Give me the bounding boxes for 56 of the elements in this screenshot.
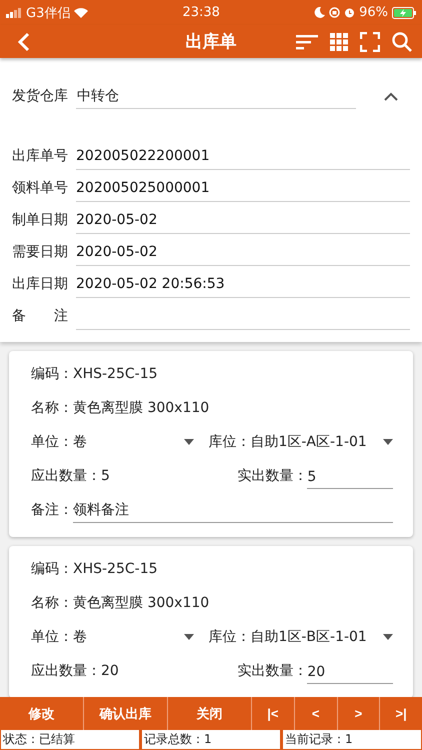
- text-field[interactable]: 202005025000001: [76, 174, 410, 202]
- sort-icon[interactable]: [296, 34, 318, 50]
- dropdown-arrow-icon[interactable]: [383, 634, 393, 640]
- code-text: 编码：XHS-25C-15: [31, 365, 158, 383]
- unit-label: 单位：: [31, 433, 73, 451]
- search-icon[interactable]: [392, 32, 412, 52]
- name-text: 名称：黄色离型膜 300x110: [31, 399, 210, 417]
- name-text: 名称：黄色离型膜 300x110: [31, 594, 210, 612]
- status-text: 当前记录：1: [283, 730, 421, 749]
- location-label: 库位：: [208, 628, 250, 646]
- actual-quantity-field[interactable]: 20: [307, 658, 393, 684]
- location-label: 库位：: [208, 433, 250, 451]
- rotation-lock-icon: [329, 7, 340, 18]
- text-field[interactable]: 2020-05-02 20:56:53: [76, 270, 410, 298]
- due-quantity-text: 应出数量：5: [31, 467, 110, 485]
- battery-percent: 96%: [359, 5, 388, 20]
- field-label: 领料单号: [12, 179, 69, 197]
- wifi-icon: [74, 8, 88, 18]
- dropdown-arrow-icon[interactable]: [184, 634, 194, 640]
- alarm-icon: [344, 7, 356, 18]
- actual-quantity-label: 实出数量：: [237, 662, 308, 680]
- dropdown-arrow-icon[interactable]: [184, 439, 194, 445]
- text-field[interactable]: 2020-05-02: [76, 238, 410, 266]
- unit-select[interactable]: 卷: [73, 628, 208, 646]
- battery-icon: [392, 6, 416, 18]
- signal-icon: [6, 8, 22, 18]
- status-text: 状态：已结算: [1, 730, 139, 749]
- field-label: 需要日期: [12, 243, 69, 261]
- warehouse-select[interactable]: 中转仓: [76, 83, 356, 109]
- grid-icon[interactable]: [330, 32, 348, 50]
- code-text: 编码：XHS-25C-15: [31, 560, 158, 578]
- page-title: 出库单: [186, 31, 236, 53]
- clock-time: 23:38: [182, 5, 220, 20]
- moon-icon: [314, 7, 326, 18]
- scan-icon[interactable]: [360, 32, 380, 52]
- unit-select[interactable]: 卷: [73, 433, 208, 451]
- note-field[interactable]: 领料备注: [73, 497, 393, 523]
- status-text: 记录总数：1: [142, 730, 280, 749]
- field-label: 发货仓库: [12, 87, 69, 105]
- note-label: 备注：: [31, 501, 73, 519]
- unit-label: 单位：: [31, 628, 73, 646]
- back-button[interactable]: [18, 32, 30, 52]
- field-label: 出库单号: [12, 147, 69, 165]
- carrier-name: G3伴侣: [26, 4, 70, 22]
- dropdown-arrow-icon[interactable]: [383, 439, 393, 445]
- field-label: 备 注: [12, 307, 69, 325]
- text-field[interactable]: 202005022200001: [76, 142, 410, 170]
- collapse-icon[interactable]: [384, 92, 398, 100]
- location-select[interactable]: 自助1区-B区-1-01: [250, 628, 393, 646]
- field-label: 出库日期: [12, 275, 69, 293]
- due-quantity-text: 应出数量：20: [31, 662, 119, 680]
- field-label: 制单日期: [12, 211, 69, 229]
- text-field[interactable]: 2020-05-02: [76, 206, 410, 234]
- actual-quantity-field[interactable]: 5: [307, 463, 393, 489]
- location-select[interactable]: 自助1区-A区-1-01: [250, 433, 393, 451]
- actual-quantity-label: 实出数量：: [237, 467, 308, 485]
